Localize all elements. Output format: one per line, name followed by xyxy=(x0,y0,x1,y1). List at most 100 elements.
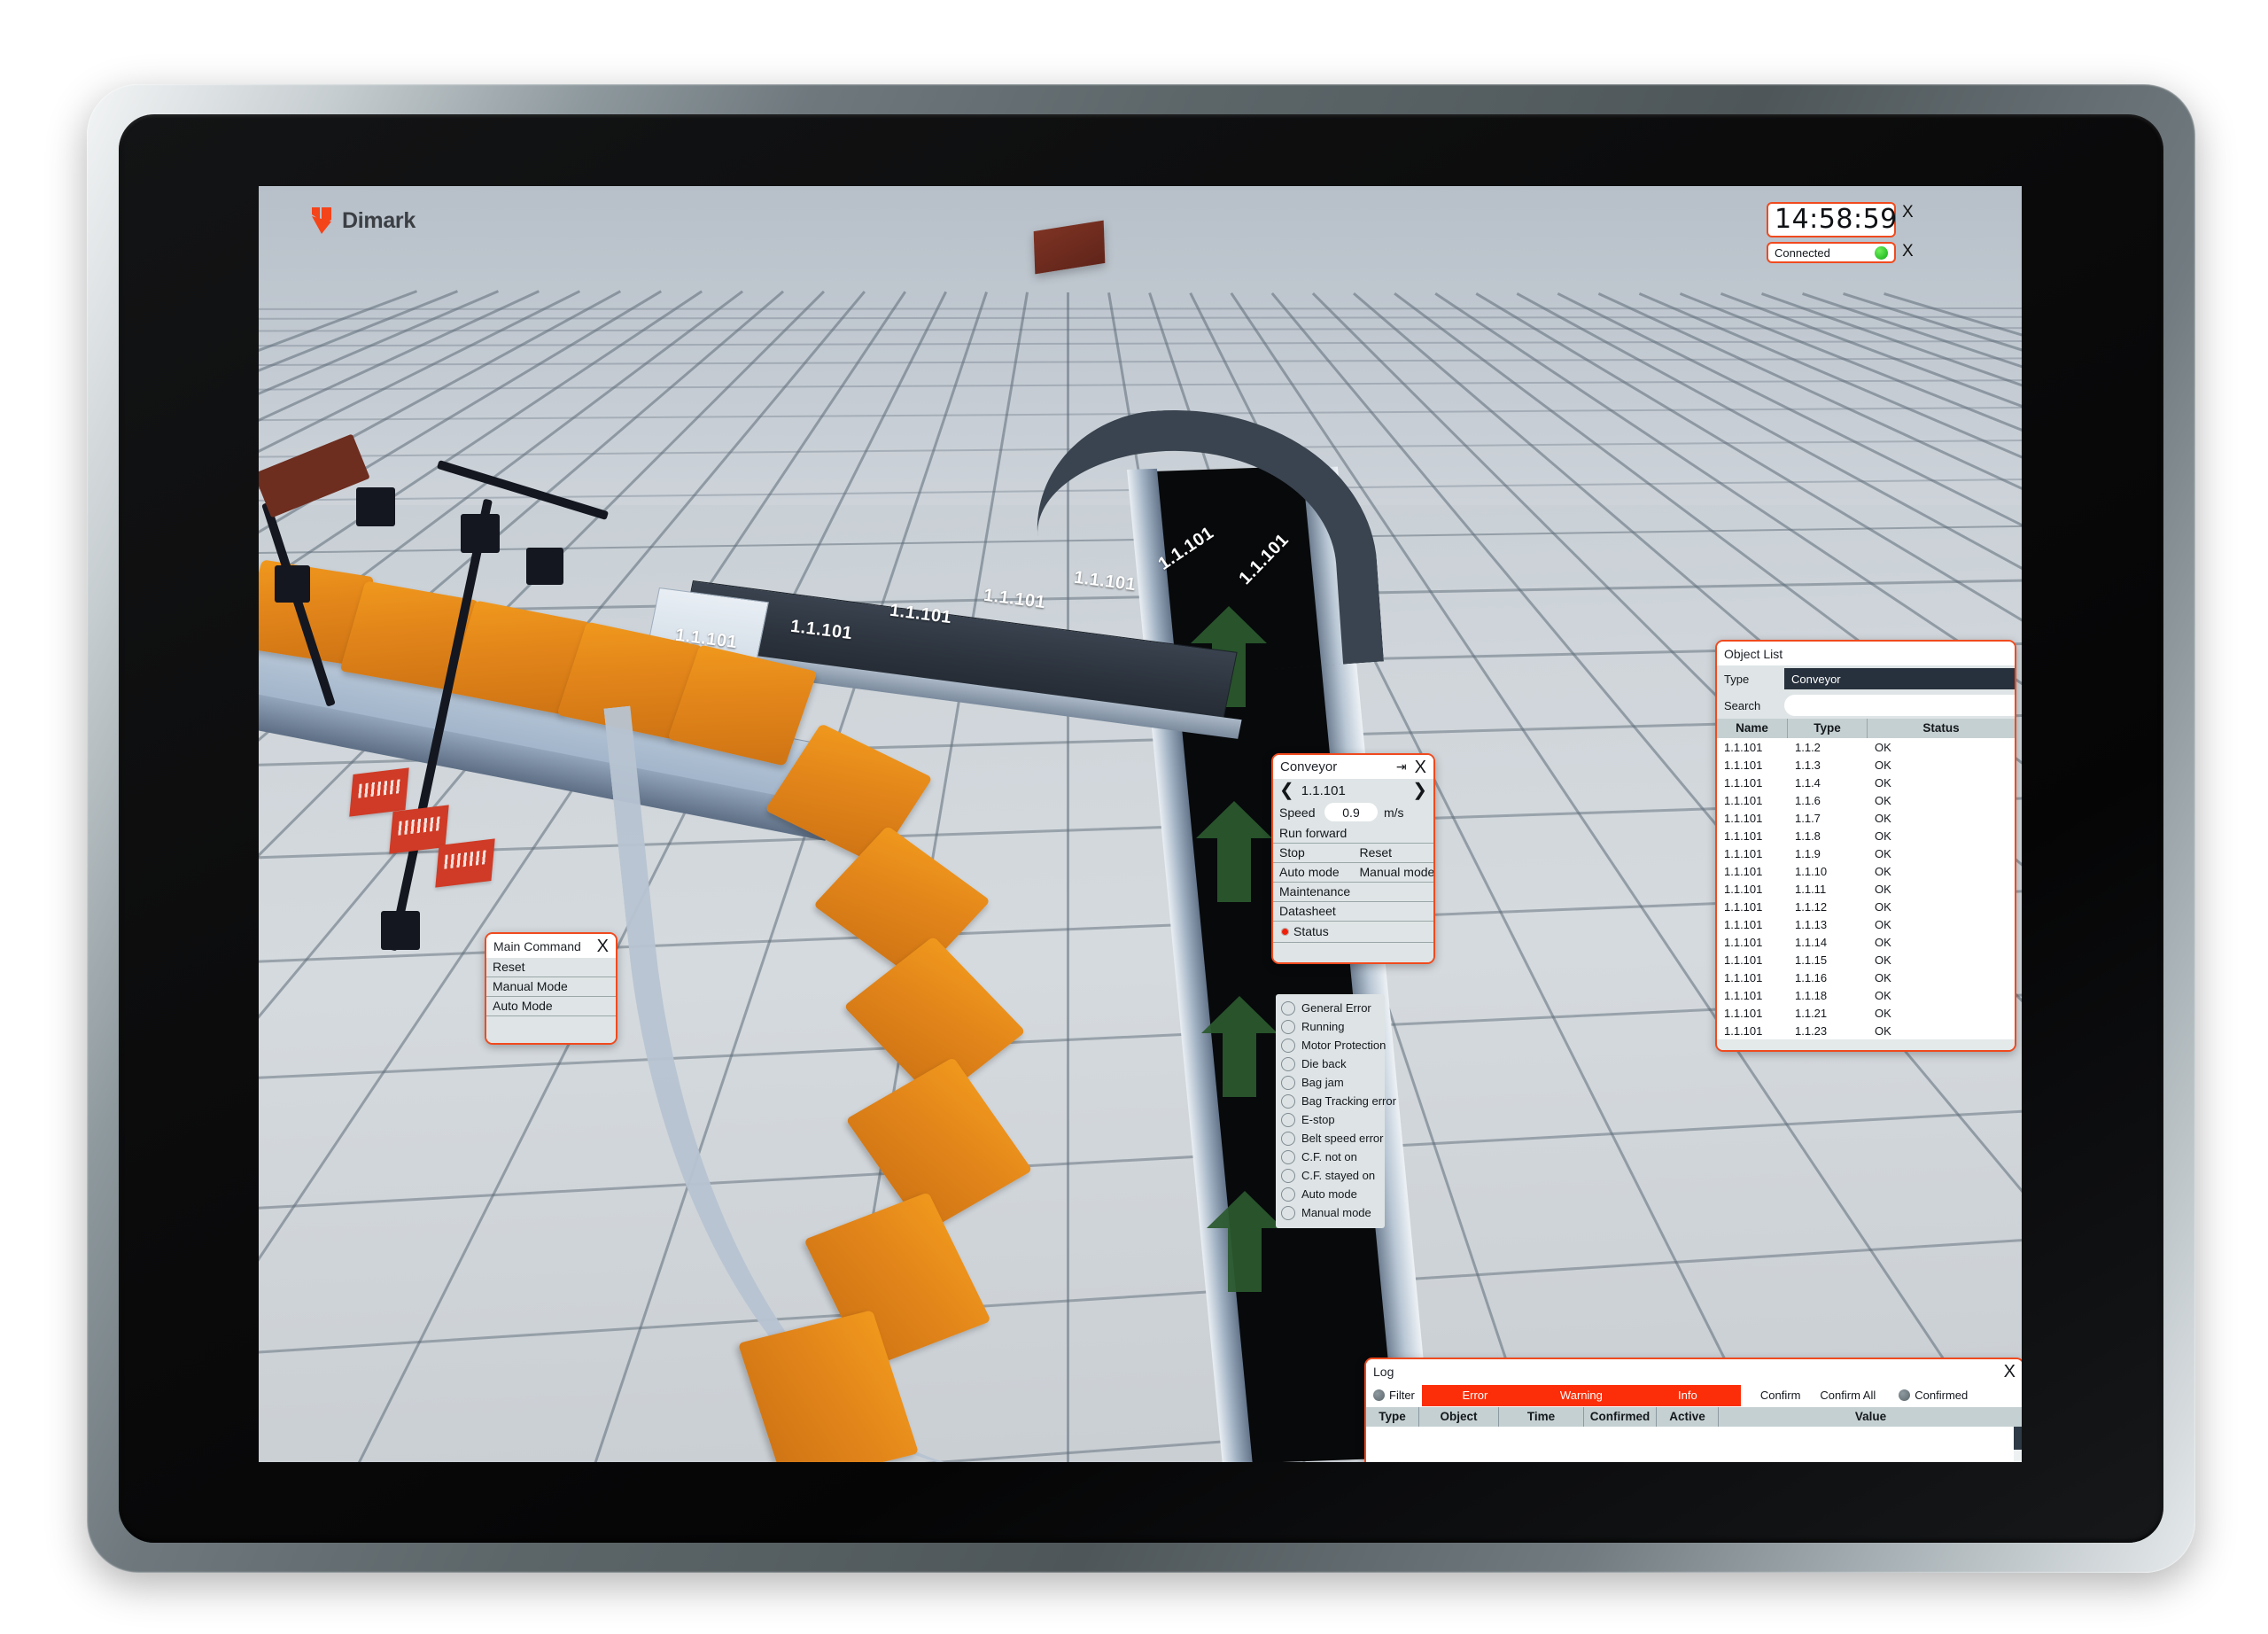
object-list-panel: Object List Type Conveyor Search Name Ty… xyxy=(1715,640,2016,1052)
chevron-right-icon[interactable]: ❯ xyxy=(1412,782,1427,799)
table-row[interactable]: 1.1.101 1.1.4 OK xyxy=(1717,774,2015,791)
indicator-label: Bag jam xyxy=(1301,1076,1344,1089)
log-severity-warning-button[interactable]: Warning xyxy=(1527,1384,1635,1406)
search-input[interactable] xyxy=(1784,695,2015,716)
gantry-sensor xyxy=(275,565,310,603)
log-confirm-button[interactable]: Confirm xyxy=(1741,1389,1801,1402)
table-row[interactable]: 1.1.101 1.1.21 OK xyxy=(1717,1004,2015,1022)
cell-name: 1.1.101 xyxy=(1724,899,1763,914)
main-command-manual-mode-button[interactable]: Manual Mode xyxy=(486,977,616,997)
indicator-label: Manual mode xyxy=(1301,1206,1371,1219)
table-row[interactable]: 1.1.101 1.1.18 OK xyxy=(1717,986,2015,1004)
gantry-sensor xyxy=(526,548,563,585)
main-command-auto-mode-button[interactable]: Auto Mode xyxy=(486,997,616,1016)
object-list-search-row: Search xyxy=(1717,692,2015,719)
brand-logo: Dimark xyxy=(310,206,416,236)
main-command-reset-button[interactable]: Reset xyxy=(486,958,616,977)
connection-close-icon[interactable]: X xyxy=(1902,243,1914,260)
chevron-left-icon[interactable]: ❮ xyxy=(1279,782,1294,799)
cell-status: OK xyxy=(1875,846,1891,860)
status-led-icon xyxy=(1281,927,1289,936)
indicator-belt-speed-error: Belt speed error xyxy=(1276,1129,1385,1148)
cell-name: 1.1.101 xyxy=(1724,793,1763,807)
cell-type: 1.1.6 xyxy=(1795,793,1821,807)
table-row[interactable]: 1.1.101 1.1.2 OK xyxy=(1717,738,2015,756)
log-confirmed-toggle[interactable]: Confirmed xyxy=(1876,1389,1975,1402)
column-header-type: Type xyxy=(1366,1407,1419,1427)
clock-close-icon[interactable]: X xyxy=(1902,204,1914,221)
table-row[interactable]: 1.1.101 1.1.11 OK xyxy=(1717,880,2015,898)
log-filter-label: Filter xyxy=(1389,1389,1415,1402)
indicator-label: Auto mode xyxy=(1301,1187,1357,1201)
close-icon[interactable]: X xyxy=(2004,1363,2016,1381)
table-row[interactable]: 1.1.101 1.1.12 OK xyxy=(1717,898,2015,915)
cell-status: OK xyxy=(1875,775,1891,790)
grid-line xyxy=(259,378,2022,392)
gantry-sensor xyxy=(461,514,500,553)
column-header-time: Time xyxy=(1499,1407,1584,1427)
indicator-cf-stayed-on: C.F. stayed on xyxy=(1276,1166,1385,1185)
status-label: Status xyxy=(1293,924,1329,938)
indicator-bag-tracking-error: Bag Tracking error xyxy=(1276,1092,1396,1110)
table-row[interactable]: 1.1.101 1.1.7 OK xyxy=(1717,809,2015,827)
cell-name: 1.1.101 xyxy=(1724,864,1763,878)
cell-status: OK xyxy=(1875,829,1891,843)
table-row[interactable]: 1.1.101 1.1.13 OK xyxy=(1717,915,2015,933)
datasheet-button[interactable]: Datasheet xyxy=(1273,902,1433,922)
log-table-body[interactable] xyxy=(1366,1427,2022,1462)
log-titlebar: Log X xyxy=(1366,1359,2022,1383)
table-row[interactable]: 1.1.101 1.1.9 OK xyxy=(1717,844,2015,862)
log-filter-toggle[interactable]: Filter xyxy=(1366,1389,1422,1402)
manual-mode-button[interactable]: Manual mode xyxy=(1353,863,1433,883)
table-row[interactable]: 1.1.101 1.1.8 OK xyxy=(1717,827,2015,844)
stop-button[interactable]: Stop xyxy=(1273,844,1354,863)
table-row[interactable]: 1.1.101 1.1.3 OK xyxy=(1717,756,2015,774)
object-list-title: Object List xyxy=(1724,646,1783,661)
cell-type: 1.1.11 xyxy=(1795,882,1827,896)
log-scrollbar-thumb[interactable] xyxy=(2014,1427,2022,1450)
indicator-lamp-icon xyxy=(1281,1019,1295,1034)
brand-name: Dimark xyxy=(342,207,416,233)
close-icon[interactable]: X xyxy=(1415,759,1426,776)
indicator-lamp-icon xyxy=(1281,1149,1295,1164)
cell-name: 1.1.101 xyxy=(1724,917,1763,931)
indicator-running: Running xyxy=(1276,1017,1385,1036)
indicator-label: Bag Tracking error xyxy=(1301,1094,1396,1108)
conveyor-status-row[interactable]: Status xyxy=(1273,922,1433,943)
auto-mode-button[interactable]: Auto mode xyxy=(1273,863,1354,883)
speed-unit-label: m/s xyxy=(1384,805,1404,820)
type-select[interactable]: Conveyor xyxy=(1784,668,2015,689)
column-header-status: Status xyxy=(1922,721,1960,735)
table-row[interactable]: 1.1.101 1.1.6 OK xyxy=(1717,791,2015,809)
maintenance-button[interactable]: Maintenance xyxy=(1273,883,1433,902)
run-forward-button[interactable]: Run forward xyxy=(1273,824,1433,844)
table-row[interactable]: 1.1.101 1.1.10 OK xyxy=(1717,862,2015,880)
gantry-sensor xyxy=(356,487,395,526)
table-row[interactable]: 1.1.101 1.1.15 OK xyxy=(1717,951,2015,969)
cell-status: OK xyxy=(1875,811,1891,825)
cell-status: OK xyxy=(1875,793,1891,807)
log-confirmed-label: Confirmed xyxy=(1915,1389,1969,1402)
log-confirm-all-button[interactable]: Confirm All xyxy=(1800,1389,1876,1402)
log-severity-error-button[interactable]: Error xyxy=(1421,1384,1528,1406)
speed-input[interactable]: 0.9 xyxy=(1324,803,1378,821)
conveyor-panel: Conveyor ⇥ X ❮ 1.1.101 ❯ Speed 0.9 m/s R… xyxy=(1271,753,1435,964)
reset-button[interactable]: Reset xyxy=(1353,844,1433,863)
object-list-filters: Type Conveyor Search xyxy=(1717,665,2015,719)
log-severity-info-button[interactable]: Info xyxy=(1634,1384,1741,1406)
log-toolbar: Filter Error Warning Info Confirm Confir… xyxy=(1366,1383,2022,1407)
pin-icon[interactable]: ⇥ xyxy=(1396,759,1407,774)
cell-name: 1.1.101 xyxy=(1724,829,1763,843)
main-command-spacer xyxy=(486,1016,616,1043)
cell-status: OK xyxy=(1875,1023,1891,1038)
close-icon[interactable]: X xyxy=(597,938,609,955)
cell-status: OK xyxy=(1875,935,1891,949)
indicator-label: Motor Protection xyxy=(1301,1039,1386,1052)
table-row[interactable]: 1.1.101 1.1.16 OK xyxy=(1717,969,2015,986)
log-scrollbar[interactable] xyxy=(2014,1427,2022,1462)
table-row[interactable]: 1.1.101 1.1.23 OK xyxy=(1717,1022,2015,1039)
grid-line xyxy=(259,1097,2022,1222)
object-list-body[interactable]: 1.1.101 1.1.2 OK 1.1.101 1.1.3 OK 1.1.101 1.1.4… xyxy=(1717,738,2015,1039)
cell-type: 1.1.13 xyxy=(1795,917,1828,931)
table-row[interactable]: 1.1.101 1.1.14 OK xyxy=(1717,933,2015,951)
